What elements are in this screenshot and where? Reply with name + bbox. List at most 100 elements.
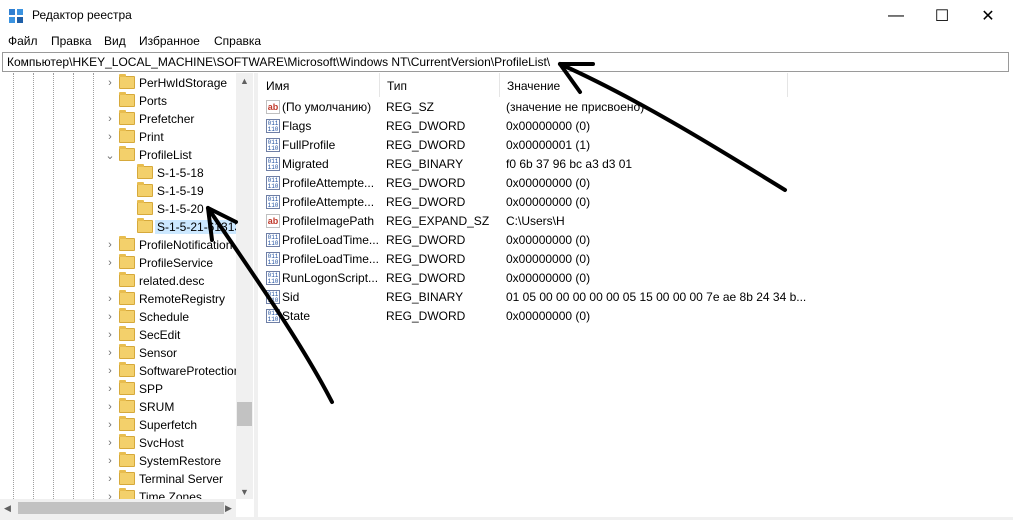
tree-item[interactable]: › SvcHost xyxy=(0,434,236,452)
tree-item[interactable]: S-1-5-20 xyxy=(0,200,236,218)
tree-item[interactable]: S-1-5-18 xyxy=(0,164,236,182)
tree-item-label: SystemRestore xyxy=(139,454,222,468)
value-row[interactable]: 011 110 ProfileAttempte... REG_DWORD 0x0000… xyxy=(259,174,1013,193)
chevron-right-icon[interactable]: › xyxy=(104,237,116,253)
menu-help[interactable]: Справка xyxy=(214,34,261,48)
tree-item[interactable]: ⌄ ProfileList xyxy=(0,146,236,164)
close-button[interactable]: ✕ xyxy=(965,0,1011,32)
chevron-right-icon[interactable]: › xyxy=(104,471,116,487)
value-row[interactable]: 011 110 FullProfile REG_DWORD 0x00000001 (1… xyxy=(259,136,1013,155)
chevron-right-icon[interactable]: › xyxy=(104,417,116,433)
chevron-right-icon[interactable]: › xyxy=(104,399,116,415)
tree-scroll-thumb[interactable] xyxy=(237,402,252,426)
chevron-right-icon[interactable]: › xyxy=(104,435,116,451)
column-header-type[interactable]: Тип xyxy=(380,73,500,97)
minimize-button[interactable]: — xyxy=(873,0,919,32)
tree-item[interactable]: related.desc xyxy=(0,272,236,290)
tree-item[interactable]: › ProfileNotification xyxy=(0,236,236,254)
tree-item-label: SPP xyxy=(139,382,164,396)
value-row[interactable]: 011 110 ProfileLoadTime... REG_DWORD 0x0000… xyxy=(259,250,1013,269)
tree-item-label: PerHwIdStorage xyxy=(139,76,228,90)
tree-item[interactable]: › Terminal Server xyxy=(0,470,236,488)
folder-icon xyxy=(119,92,135,107)
folder-icon xyxy=(119,434,135,449)
tree-item[interactable]: › Superfetch xyxy=(0,416,236,434)
scroll-up-arrow-icon[interactable]: ▲ xyxy=(240,76,249,86)
chevron-right-icon[interactable]: › xyxy=(104,309,116,325)
maximize-button[interactable]: ☐ xyxy=(919,0,965,32)
value-type: REG_BINARY xyxy=(386,290,464,304)
column-header-name[interactable]: Имя xyxy=(259,73,380,97)
tree-item[interactable]: › SystemRestore xyxy=(0,452,236,470)
folder-icon xyxy=(137,164,153,179)
value-row[interactable]: 011 110 State REG_DWORD 0x00000000 (0) xyxy=(259,307,1013,326)
value-row[interactable]: ab (По умолчанию) REG_SZ (значение не присв… xyxy=(259,98,1013,117)
tree-item[interactable]: › ProfileService xyxy=(0,254,236,272)
chevron-right-icon[interactable]: › xyxy=(104,129,116,145)
value-name: RunLogonScript... xyxy=(282,271,379,285)
tree-item[interactable]: › SPP xyxy=(0,380,236,398)
value-row[interactable]: 011 110 ProfileAttempte... REG_DWORD 0x0000… xyxy=(259,193,1013,212)
chevron-right-icon[interactable]: › xyxy=(104,363,116,379)
value-type: REG_DWORD xyxy=(386,309,466,323)
chevron-right-icon[interactable]: › xyxy=(104,381,116,397)
tree-item[interactable]: › SecEdit xyxy=(0,326,236,344)
column-header-data[interactable]: Значение xyxy=(500,73,788,97)
chevron-right-icon[interactable]: › xyxy=(104,111,116,127)
tree-item[interactable]: S-1-5-21-61313 xyxy=(0,218,244,236)
value-row[interactable]: 011 110 ProfileLoadTime... REG_DWORD 0x0000… xyxy=(259,231,1013,250)
tree-item-label: S-1-5-19 xyxy=(157,184,204,198)
chevron-right-icon[interactable]: › xyxy=(104,75,116,91)
value-data: 01 05 00 00 00 00 00 05 15 00 00 00 7e a… xyxy=(506,290,807,304)
value-data: 0x00000000 (0) xyxy=(506,309,591,323)
folder-icon xyxy=(137,200,153,215)
tree-item-label: Superfetch xyxy=(139,418,198,432)
tree-item[interactable]: › RemoteRegistry xyxy=(0,290,236,308)
tree-item[interactable]: › PerHwIdStorage xyxy=(0,74,236,92)
value-row[interactable]: 011 110 Sid REG_BINARY 01 05 00 00 00 00 00… xyxy=(259,288,1013,307)
folder-icon xyxy=(119,452,135,467)
value-name: Flags xyxy=(282,119,312,133)
chevron-down-icon[interactable]: ⌄ xyxy=(104,147,116,163)
tree-item[interactable]: › SRUM xyxy=(0,398,236,416)
tree-item[interactable]: › SoftwareProtection xyxy=(0,362,240,380)
menu-edit[interactable]: Правка xyxy=(51,34,92,48)
folder-icon xyxy=(119,236,135,251)
menu-view[interactable]: Вид xyxy=(104,34,126,48)
value-row[interactable]: 011 110 Flags REG_DWORD 0x00000000 (0) xyxy=(259,117,1013,136)
tree-item-label: SvcHost xyxy=(139,436,184,450)
tree-hscroll-thumb[interactable] xyxy=(18,502,224,514)
value-type: REG_BINARY xyxy=(386,157,464,171)
scroll-left-arrow-icon[interactable]: ◀ xyxy=(4,503,11,514)
scroll-right-arrow-icon[interactable]: ▶ xyxy=(225,503,232,514)
tree-item[interactable]: › Print xyxy=(0,128,236,146)
folder-icon xyxy=(119,254,135,269)
tree-item[interactable]: › Schedule xyxy=(0,308,236,326)
tree-vertical-scrollbar[interactable] xyxy=(236,73,253,499)
tree-item[interactable]: › Sensor xyxy=(0,344,236,362)
chevron-right-icon[interactable]: › xyxy=(104,255,116,271)
menu-favorites[interactable]: Избранное xyxy=(139,34,200,48)
value-row[interactable]: 011 110 RunLogonScript... REG_DWORD 0x00000… xyxy=(259,269,1013,288)
tree-item[interactable]: › Prefetcher xyxy=(0,110,236,128)
tree-item[interactable]: Ports xyxy=(0,92,236,110)
value-row[interactable]: ab ProfileImagePath REG_EXPAND_SZ C:\Users\… xyxy=(259,212,1013,231)
folder-icon xyxy=(119,416,135,431)
chevron-right-icon[interactable]: › xyxy=(104,453,116,469)
menu-bar: Файл Правка Вид Избранное Справка xyxy=(0,32,1013,52)
binary-value-icon: 011 110 xyxy=(266,138,280,152)
value-name: FullProfile xyxy=(282,138,336,152)
key-tree-pane[interactable]: › PerHwIdStorage Ports › Prefetcher › Print ⌄ Pr… xyxy=(0,73,255,517)
pane-splitter[interactable] xyxy=(254,73,258,517)
chevron-right-icon[interactable]: › xyxy=(104,291,116,307)
regedit-app-icon xyxy=(8,8,24,24)
menu-file[interactable]: Файл xyxy=(8,34,38,48)
chevron-right-icon[interactable]: › xyxy=(104,345,116,361)
chevron-right-icon[interactable]: › xyxy=(104,327,116,343)
tree-item[interactable]: S-1-5-19 xyxy=(0,182,236,200)
folder-icon xyxy=(119,326,135,341)
address-bar[interactable]: Компьютер\HKEY_LOCAL_MACHINE\SOFTWARE\Mi… xyxy=(2,52,1009,72)
scroll-down-arrow-icon[interactable]: ▼ xyxy=(240,487,249,497)
value-row[interactable]: 011 110 Migrated REG_BINARY f0 6b 37 96 bc … xyxy=(259,155,1013,174)
tree-item-label: ProfileNotification xyxy=(139,238,233,252)
